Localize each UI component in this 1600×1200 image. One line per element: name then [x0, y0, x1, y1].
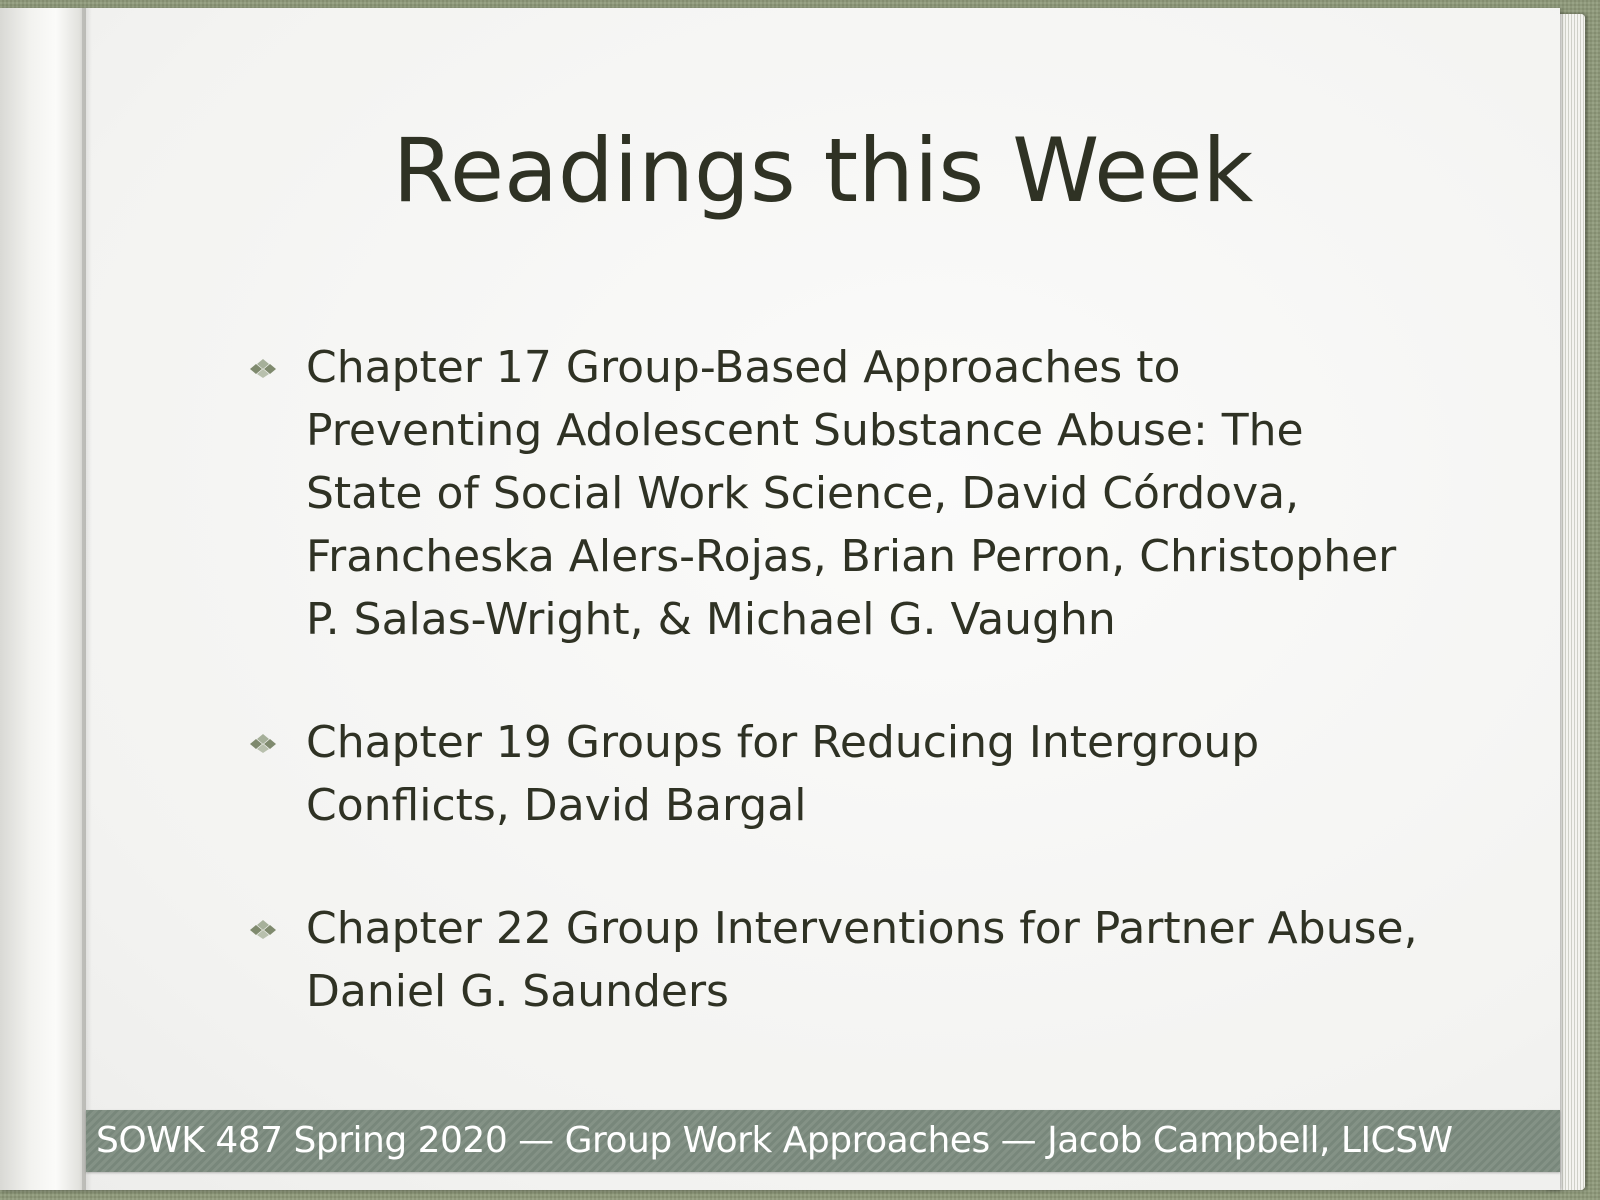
diamond-cluster-icon: [250, 734, 276, 753]
reading-item: Chapter 19 Groups for Reducing Intergrou…: [248, 711, 1428, 837]
reading-text: Chapter 19 Groups for Reducing Intergrou…: [306, 717, 1260, 831]
footer-text: SOWK 487 Spring 2020 — Group Work Approa…: [96, 1120, 1453, 1161]
page-curl: [0, 8, 86, 1190]
diamond-cluster-icon: [250, 920, 276, 939]
slide-title: Readings this Week: [392, 119, 1254, 222]
reading-item: Chapter 17 Group-Based Approaches to Pre…: [248, 336, 1428, 651]
reading-item: Chapter 22 Group Interventions for Partn…: [248, 897, 1428, 1023]
footer-banner: SOWK 487 Spring 2020 — Group Work Approa…: [86, 1110, 1560, 1172]
readings-list: Chapter 17 Group-Based Approaches to Pre…: [248, 336, 1428, 1023]
reading-text: Chapter 17 Group-Based Approaches to Pre…: [306, 342, 1397, 645]
reading-text: Chapter 22 Group Interventions for Partn…: [306, 903, 1418, 1017]
diamond-cluster-icon: [250, 359, 276, 378]
